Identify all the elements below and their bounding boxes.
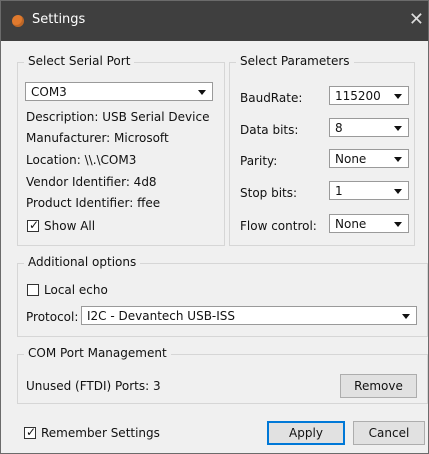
- parity-value: None: [335, 152, 367, 166]
- stopbits-select[interactable]: 1: [329, 181, 409, 200]
- databits-value: 8: [335, 121, 343, 135]
- show-all-checkbox[interactable]: ✓: [27, 218, 40, 232]
- checkmark-icon: ✓: [26, 425, 37, 439]
- databits-select[interactable]: 8: [329, 118, 409, 137]
- chevron-down-icon: [198, 90, 206, 95]
- com-port-management-group: COM Port Management Unused (FTDI) Ports:…: [17, 346, 428, 404]
- databits-label: Data bits:: [240, 123, 299, 137]
- chevron-down-icon: [394, 157, 402, 162]
- protocol-value: I2C - Devantech USB-ISS: [87, 309, 236, 323]
- flow-control-select[interactable]: None: [329, 214, 409, 233]
- baudrate-value: 115200: [335, 89, 381, 103]
- title-bar[interactable]: Settings ✕: [1, 1, 428, 41]
- remember-settings-label[interactable]: Remember Settings: [41, 426, 160, 440]
- protocol-label: Protocol:: [26, 310, 79, 324]
- baudrate-select[interactable]: 115200: [329, 86, 409, 105]
- port-manufacturer: Manufacturer: Microsoft: [26, 131, 169, 145]
- port-select[interactable]: COM3: [25, 82, 213, 101]
- close-icon[interactable]: ✕: [409, 9, 424, 30]
- stopbits-value: 1: [335, 184, 343, 198]
- port-vendor: Vendor Identifier: 4d8: [26, 175, 157, 189]
- show-all-label[interactable]: Show All: [44, 219, 95, 233]
- remove-button[interactable]: Remove: [340, 374, 417, 398]
- additional-options-title: Additional options: [24, 255, 141, 269]
- cancel-button[interactable]: Cancel: [353, 421, 425, 445]
- unused-ports-text: Unused (FTDI) Ports: 3: [26, 379, 161, 393]
- window-title: Settings: [32, 12, 86, 27]
- stopbits-label: Stop bits:: [240, 186, 298, 200]
- chevron-down-icon: [394, 222, 402, 227]
- checkmark-icon: ✓: [29, 218, 40, 232]
- chevron-down-icon: [402, 314, 410, 319]
- parity-select[interactable]: None: [329, 149, 409, 168]
- additional-options-group: Additional options Local echo Protocol: …: [17, 255, 428, 337]
- parity-label: Parity:: [240, 154, 278, 168]
- chevron-down-icon: [394, 189, 402, 194]
- port-product: Product Identifier: ffee: [26, 196, 161, 210]
- flow-control-label: Flow control:: [240, 219, 317, 233]
- serial-port-group: Select Serial Port COM3 Description: USB…: [17, 54, 225, 246]
- serial-port-group-title: Select Serial Port: [24, 54, 135, 68]
- app-icon: [12, 15, 24, 27]
- apply-button[interactable]: Apply: [267, 421, 345, 445]
- local-echo-label[interactable]: Local echo: [44, 283, 108, 297]
- parameters-group: Select Parameters BaudRate: 115200 Data …: [229, 54, 415, 246]
- settings-window: Settings ✕ Select Serial Port COM3 Descr…: [0, 0, 429, 454]
- chevron-down-icon: [394, 94, 402, 99]
- port-location: Location: \\.\COM3: [26, 153, 137, 167]
- protocol-select[interactable]: I2C - Devantech USB-ISS: [81, 306, 417, 325]
- baudrate-label: BaudRate:: [240, 91, 303, 105]
- parameters-group-title: Select Parameters: [236, 54, 354, 68]
- com-port-management-title: COM Port Management: [24, 346, 171, 360]
- port-description: Description: USB Serial Device: [26, 110, 210, 124]
- port-select-value: COM3: [31, 85, 67, 99]
- remember-settings-checkbox[interactable]: ✓: [24, 425, 37, 439]
- local-echo-checkbox[interactable]: [27, 284, 39, 296]
- flow-control-value: None: [335, 217, 367, 231]
- chevron-down-icon: [394, 126, 402, 131]
